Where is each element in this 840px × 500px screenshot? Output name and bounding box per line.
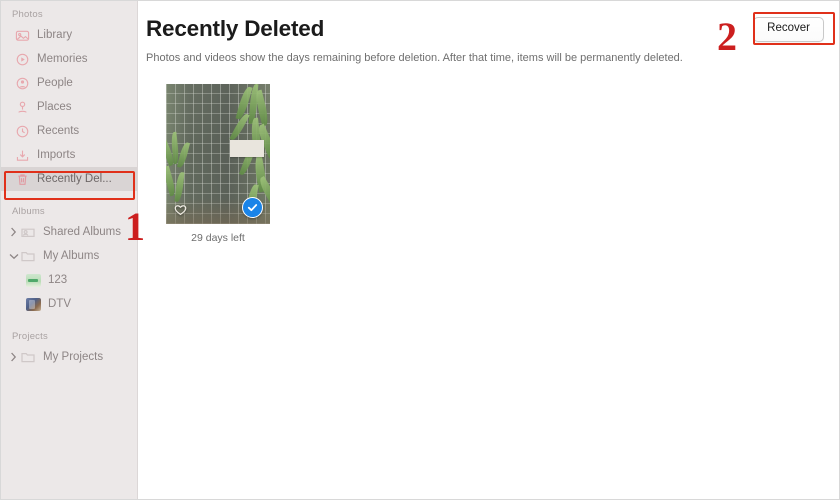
chevron-down-icon[interactable]: [7, 253, 20, 260]
check-circle-icon[interactable]: [242, 197, 263, 218]
recents-clock-icon: [15, 124, 30, 139]
photo-grid: 29 days left: [146, 84, 839, 244]
photos-app-window: Photos Library Memories People Places Re…: [0, 0, 840, 500]
sidebar-item-my-projects[interactable]: My Projects: [1, 345, 137, 369]
sidebar-item-library[interactable]: Library: [1, 23, 137, 47]
sidebar-item-label: 123: [48, 274, 68, 286]
sidebar-item-people[interactable]: People: [1, 71, 137, 95]
sidebar-section-projects-header: Projects: [12, 331, 48, 342]
photo-cell[interactable]: 29 days left: [166, 84, 270, 244]
recover-button[interactable]: Recover: [753, 17, 824, 42]
sidebar-item-label: Library: [37, 29, 73, 41]
folder-icon: [20, 350, 36, 365]
sidebar-item-memories[interactable]: Memories: [1, 47, 137, 71]
trash-icon: [15, 172, 30, 187]
sidebar-item-label: People: [37, 77, 73, 89]
shared-folder-icon: [20, 225, 36, 240]
sidebar-item-label: Places: [37, 101, 72, 113]
album-thumb-123-icon: [26, 273, 41, 287]
photo-caption: 29 days left: [191, 232, 245, 244]
sidebar-item-label: Imports: [37, 149, 76, 161]
sidebar-section-albums-header: Albums: [12, 206, 45, 217]
sidebar-item-label: Recents: [37, 125, 80, 137]
sidebar-item-label: DTV: [48, 298, 71, 310]
sidebar-item-places[interactable]: Places: [1, 95, 137, 119]
sidebar-item-recents[interactable]: Recents: [1, 119, 137, 143]
sidebar-item-album-123[interactable]: 123: [1, 268, 137, 292]
sidebar-item-label: Shared Albums: [43, 226, 121, 238]
page-subtitle: Photos and videos show the days remainin…: [146, 52, 683, 64]
chevron-right-icon[interactable]: [7, 227, 20, 237]
sidebar-item-shared-albums[interactable]: Shared Albums: [1, 220, 137, 244]
sidebar-item-label: Memories: [37, 53, 88, 65]
album-thumb-dtv-icon: [26, 297, 41, 311]
photo-label-card: [230, 140, 264, 157]
sidebar-item-label: Recently Del...: [37, 173, 112, 185]
sidebar: Photos Library Memories People Places Re…: [1, 1, 138, 499]
imports-icon: [15, 148, 30, 163]
sidebar-item-recently-deleted[interactable]: Recently Del...: [1, 167, 137, 191]
sidebar-section-photos-header: Photos: [12, 9, 43, 20]
sidebar-item-imports[interactable]: Imports: [1, 143, 137, 167]
library-icon: [15, 28, 30, 43]
main-content: Recently Deleted Photos and videos show …: [138, 1, 839, 499]
sidebar-item-album-dtv[interactable]: DTV: [1, 292, 137, 316]
people-icon: [15, 76, 30, 91]
memories-icon: [15, 52, 30, 67]
chevron-right-icon[interactable]: [7, 352, 20, 362]
page-title: Recently Deleted: [146, 16, 325, 41]
places-pin-icon: [15, 100, 30, 115]
sidebar-item-label: My Projects: [43, 351, 104, 363]
photo-thumbnail[interactable]: [166, 84, 270, 224]
heart-outline-icon[interactable]: [173, 202, 188, 217]
sidebar-item-my-albums[interactable]: My Albums: [1, 244, 137, 268]
sidebar-item-label: My Albums: [43, 250, 100, 262]
folder-icon: [20, 249, 36, 264]
